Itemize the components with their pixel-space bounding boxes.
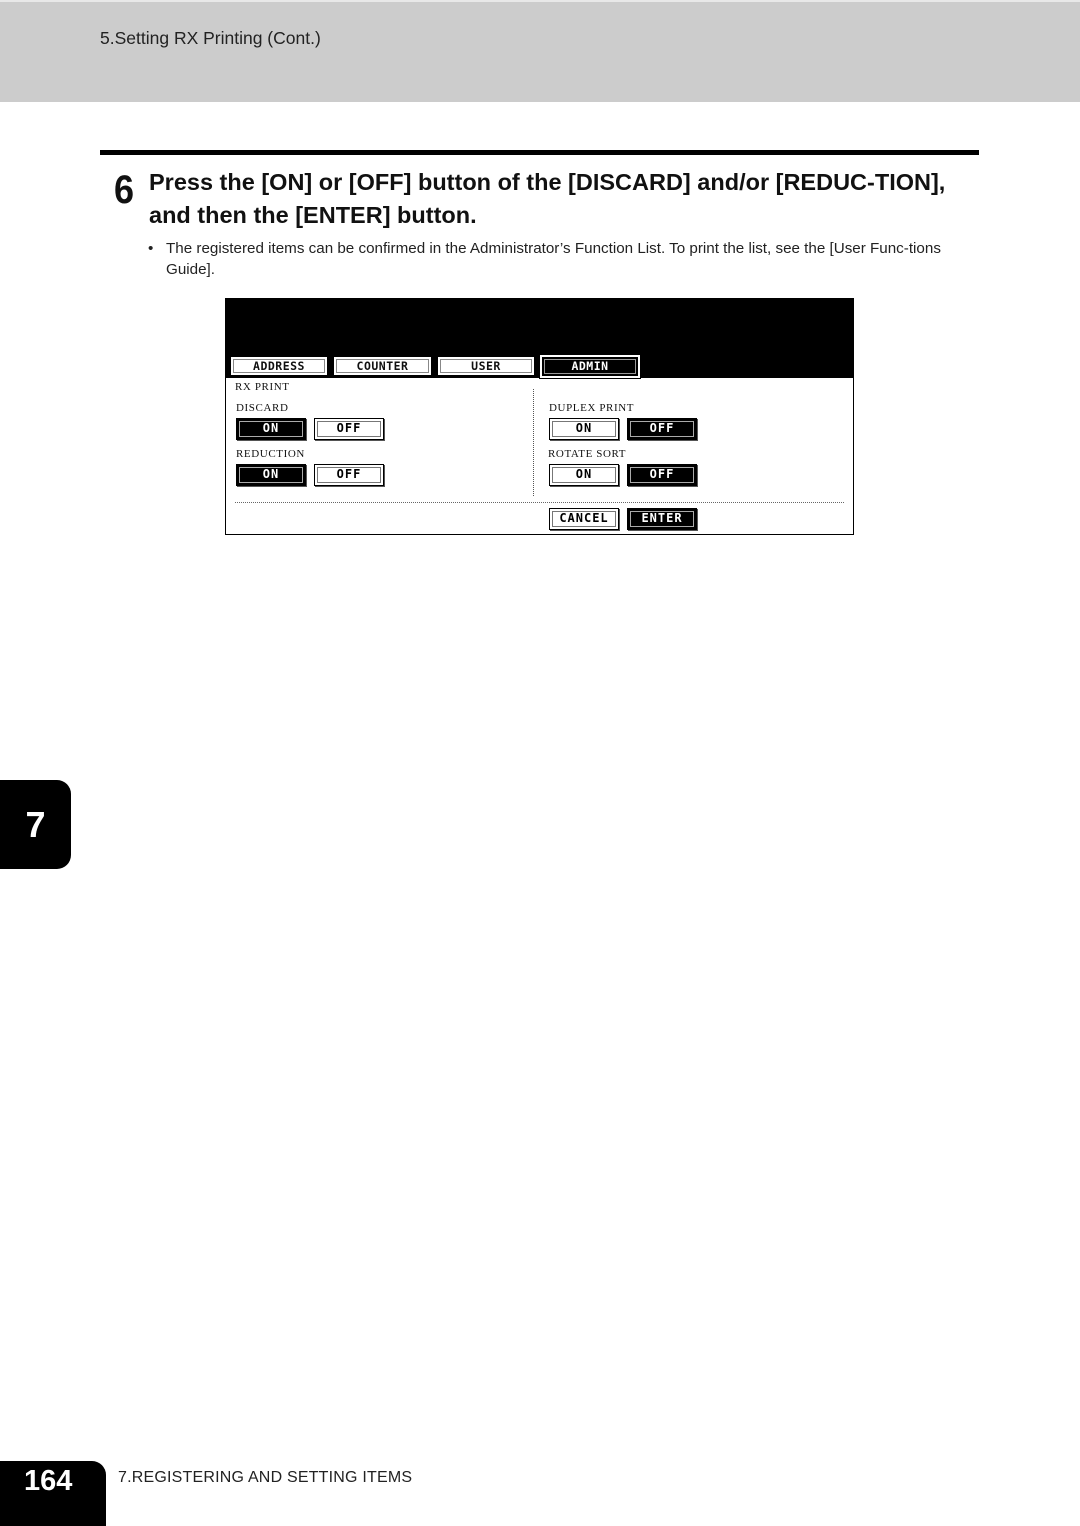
column-divider xyxy=(533,389,534,496)
discard-off-button[interactable]: OFF xyxy=(314,418,384,440)
rotate-sort-off-button[interactable]: OFF xyxy=(627,464,697,486)
duplex-print-label: DUPLEX PRINT xyxy=(549,402,635,414)
note-bullet: • The registered items can be confirmed … xyxy=(148,238,983,280)
duplex-print-on-button[interactable]: ON xyxy=(549,418,619,440)
touch-panel-screen: ADDRESS COUNTER USER ADMIN RX PRINT DISC… xyxy=(225,298,854,535)
bullet-marker: • xyxy=(148,240,154,257)
section-label: RX PRINT xyxy=(235,381,290,393)
footer-chapter-title: 7.REGISTERING AND SETTING ITEMS xyxy=(118,1469,413,1486)
chapter-tab: 7 xyxy=(0,780,71,869)
footer-divider xyxy=(235,502,844,503)
discard-label: DISCARD xyxy=(236,402,289,414)
reduction-off-button[interactable]: OFF xyxy=(314,464,384,486)
tab-counter[interactable]: COUNTER xyxy=(333,356,432,376)
page-header: 5.Setting RX Printing (Cont.) xyxy=(0,0,1080,102)
section-title: 5.Setting RX Printing (Cont.) xyxy=(100,28,321,48)
tab-address[interactable]: ADDRESS xyxy=(230,356,328,376)
reduction-on-button[interactable]: ON xyxy=(236,464,306,486)
enter-button[interactable]: ENTER xyxy=(627,508,697,530)
bullet-text: The registered items can be confirmed in… xyxy=(166,240,941,278)
step-number: 6 xyxy=(114,168,134,212)
discard-on-button[interactable]: ON xyxy=(236,418,306,440)
rotate-sort-on-button[interactable]: ON xyxy=(549,464,619,486)
page-number-tab: 164 xyxy=(0,1461,106,1526)
step-rule xyxy=(100,150,979,155)
tab-user[interactable]: USER xyxy=(437,356,535,376)
duplex-print-off-button[interactable]: OFF xyxy=(627,418,697,440)
rotate-sort-label: ROTATE SORT xyxy=(548,448,627,460)
cancel-button[interactable]: CANCEL xyxy=(549,508,619,530)
step-title: Press the [ON] or [OFF] button of the [D… xyxy=(149,169,946,228)
reduction-label: REDUCTION xyxy=(236,448,305,460)
tab-admin[interactable]: ADMIN xyxy=(539,354,641,379)
page-number: 164 xyxy=(24,1465,73,1497)
